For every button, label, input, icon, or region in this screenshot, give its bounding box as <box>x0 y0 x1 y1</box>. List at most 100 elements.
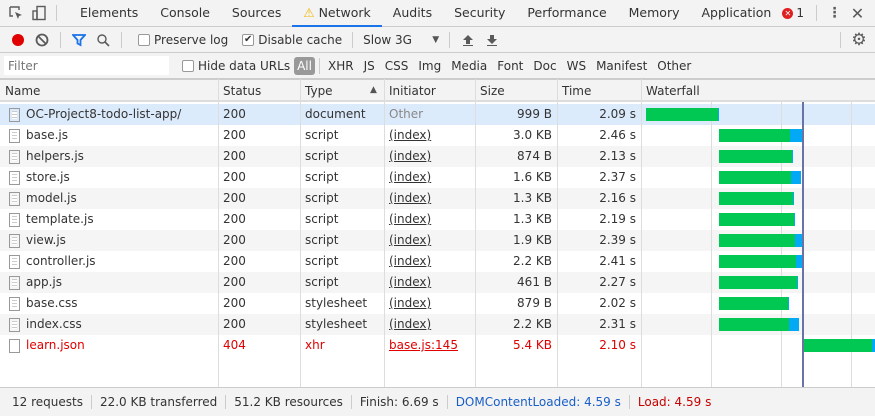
file-icon <box>9 318 20 332</box>
table-row[interactable]: controller.js 200 script (index) 2.2 KB 2.41 … <box>0 251 641 272</box>
cell-initiator[interactable]: base.js:145 <box>384 335 475 356</box>
tab-memory[interactable]: Memory <box>618 0 691 27</box>
cell-initiator[interactable]: (index) <box>384 230 475 251</box>
waterfall-bar-waiting[interactable] <box>646 108 718 121</box>
table-row[interactable]: helpers.js 200 script (index) 874 B 2.13 s <box>0 146 641 167</box>
waterfall-bar-waiting[interactable] <box>719 129 791 142</box>
filter-type-doc[interactable]: Doc <box>528 59 561 73</box>
column-divider[interactable] <box>557 79 558 387</box>
column-divider[interactable] <box>218 79 219 387</box>
throttling-select[interactable]: Slow 3G ▼ <box>359 33 439 47</box>
waterfall-bar-waiting[interactable] <box>803 339 872 352</box>
preserve-log-checkbox[interactable] <box>138 33 150 46</box>
column-header-size[interactable]: Size <box>475 80 557 102</box>
preserve-log-label[interactable]: Preserve log <box>154 33 228 47</box>
waterfall-bar-download[interactable] <box>789 318 799 331</box>
waterfall-bar-waiting[interactable] <box>719 192 793 205</box>
table-row[interactable]: template.js 200 script (index) 1.3 KB 2.19 s <box>0 209 641 230</box>
cell-initiator[interactable]: (index) <box>384 167 475 188</box>
column-divider[interactable] <box>384 79 385 387</box>
more-options-icon[interactable]: ⋮ <box>823 1 846 25</box>
waterfall-bar-waiting[interactable] <box>719 150 792 163</box>
device-toolbar-icon[interactable] <box>27 1 50 25</box>
column-divider[interactable] <box>641 79 642 387</box>
waterfall-bar-waiting[interactable] <box>719 234 795 247</box>
tab-console[interactable]: Console <box>149 0 221 27</box>
waterfall-bar-download[interactable] <box>792 192 794 205</box>
cell-initiator[interactable]: (index) <box>384 293 475 314</box>
tab-network[interactable]: ⚠ Network <box>292 0 382 27</box>
cell-initiator[interactable]: (index) <box>384 125 475 146</box>
table-row[interactable]: store.js 200 script (index) 1.6 KB 2.37 s <box>0 167 641 188</box>
settings-gear-icon[interactable]: ⚙ <box>847 28 871 52</box>
waterfall-bar-waiting[interactable] <box>719 171 792 184</box>
column-header-name[interactable]: Name <box>0 80 218 102</box>
hide-data-urls-label[interactable]: Hide data URLs <box>198 59 290 73</box>
column-divider[interactable] <box>475 79 476 387</box>
search-icon[interactable] <box>91 28 115 52</box>
filter-bar: Hide data URLs All XHRJSCSSImgMediaFontDo… <box>0 53 875 79</box>
waterfall-bar-download[interactable] <box>791 171 801 184</box>
waterfall-bar-waiting[interactable] <box>719 276 798 289</box>
tab-audits[interactable]: Audits <box>382 0 443 27</box>
filter-type-media[interactable]: Media <box>446 59 492 73</box>
sort-ascending-icon[interactable]: ▲ <box>370 85 377 95</box>
tab-performance[interactable]: Performance <box>516 0 617 27</box>
waterfall-bar-download[interactable] <box>793 213 795 226</box>
cell-initiator[interactable]: (index) <box>384 272 475 293</box>
filter-type-other[interactable]: Other <box>652 59 696 73</box>
close-icon[interactable]: ✕ <box>846 1 869 25</box>
tab-elements[interactable]: Elements <box>69 0 149 27</box>
column-header-waterfall[interactable]: Waterfall <box>641 80 875 102</box>
filter-type-all[interactable]: All <box>294 56 315 75</box>
waterfall-bar-download[interactable] <box>718 108 720 121</box>
filter-type-manifest[interactable]: Manifest <box>591 59 652 73</box>
record-icon[interactable] <box>6 28 30 52</box>
export-har-icon[interactable] <box>480 28 504 52</box>
disable-cache-label[interactable]: Disable cache <box>258 33 342 47</box>
disable-cache-checkbox[interactable]: ✔ <box>242 33 255 46</box>
column-header-time[interactable]: Time <box>557 80 641 102</box>
tab-sources[interactable]: Sources <box>221 0 292 27</box>
tab-security[interactable]: Security <box>443 0 516 27</box>
table-row[interactable]: index.css 200 stylesheet (index) 2.2 KB 2.31 … <box>0 314 641 335</box>
table-row[interactable]: view.js 200 script (index) 1.9 KB 2.39 s <box>0 230 641 251</box>
filter-type-js[interactable]: JS <box>359 59 380 73</box>
waterfall-bar-waiting[interactable] <box>719 255 796 268</box>
waterfall-bar-waiting[interactable] <box>719 297 788 310</box>
filter-type-ws[interactable]: WS <box>562 59 591 73</box>
filter-type-font[interactable]: Font <box>492 59 528 73</box>
inspect-element-icon[interactable] <box>4 1 27 25</box>
table-row[interactable]: model.js 200 script (index) 1.3 KB 2.16 s <box>0 188 641 209</box>
filter-input[interactable] <box>4 56 169 75</box>
filter-icon[interactable] <box>67 28 91 52</box>
waterfall-bar-download[interactable] <box>787 297 790 310</box>
table-row[interactable]: app.js 200 script (index) 461 B 2.27 s <box>0 272 641 293</box>
import-har-icon[interactable] <box>456 28 480 52</box>
column-header-initiator[interactable]: Initiator <box>384 80 475 102</box>
waterfall-bar-download[interactable] <box>791 150 794 163</box>
waterfall-bar-waiting[interactable] <box>719 213 794 226</box>
tab-label: Security <box>454 4 506 20</box>
table-row[interactable]: OC-Project8-todo-list-app/200 document Oth… <box>0 104 641 125</box>
tab-application[interactable]: Application <box>690 0 782 27</box>
file-icon <box>9 234 20 248</box>
filter-type-img[interactable]: Img <box>413 59 446 73</box>
column-header-status[interactable]: Status <box>218 80 300 102</box>
cell-initiator[interactable]: (index) <box>384 146 475 167</box>
table-row[interactable]: learn.json 404 xhr base.js:145 5.4 KB 2.10 s <box>0 335 641 356</box>
clear-icon[interactable] <box>30 28 54 52</box>
hide-data-urls-checkbox[interactable] <box>182 59 194 72</box>
table-row[interactable]: base.js 200 script (index) 3.0 KB 2.46 s <box>0 125 641 146</box>
column-divider[interactable] <box>300 79 301 387</box>
waterfall-bar-download[interactable] <box>797 276 799 289</box>
table-row[interactable]: base.css 200 stylesheet (index) 879 B 2.02 s <box>0 293 641 314</box>
filter-type-xhr[interactable]: XHR <box>323 59 359 73</box>
cell-initiator[interactable]: (index) <box>384 251 475 272</box>
cell-initiator[interactable]: (index) <box>384 188 475 209</box>
cell-initiator[interactable]: (index) <box>384 314 475 335</box>
filter-type-css[interactable]: CSS <box>380 59 414 73</box>
cell-initiator[interactable]: (index) <box>384 209 475 230</box>
waterfall-bar-waiting[interactable] <box>719 318 790 331</box>
error-count-badge[interactable]: ✕ 1 <box>782 6 804 20</box>
